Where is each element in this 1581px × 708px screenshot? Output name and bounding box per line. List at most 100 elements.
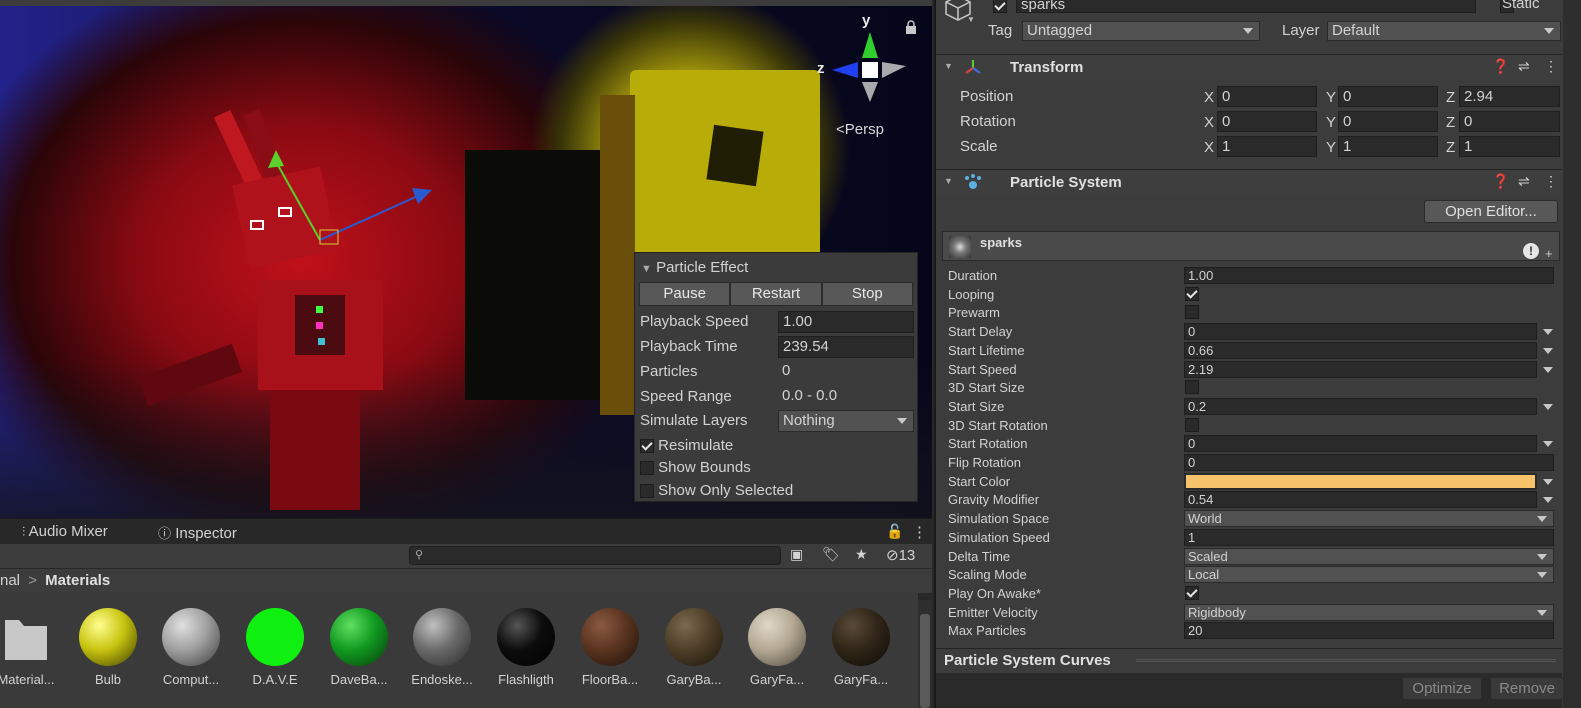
curves-header[interactable]: Particle System Curves [936, 648, 1562, 672]
asset-item[interactable]: Flashligth [486, 608, 566, 687]
asset-item[interactable]: GaryFa... [821, 608, 901, 687]
property-field[interactable]: 0.54 [1184, 491, 1537, 508]
pause-button[interactable]: Pause [639, 282, 731, 306]
property-field[interactable]: 1.00 [1184, 267, 1554, 284]
property-checkbox[interactable] [1185, 586, 1199, 600]
property-label: Delta Time [948, 549, 1011, 564]
asset-item[interactable]: D.A.V.E [235, 608, 315, 687]
property-field[interactable]: 0 [1184, 435, 1537, 452]
remove-button[interactable]: Remove [1490, 677, 1564, 700]
chevron-down-icon[interactable] [1543, 367, 1553, 373]
orientation-gizmo[interactable] [810, 10, 910, 110]
property-field[interactable]: 0.66 [1184, 342, 1537, 359]
property-dropdown[interactable]: World [1184, 510, 1554, 527]
transform-header[interactable]: ▼ Transform ❓ ⇌ ⋮ [936, 54, 1562, 80]
start-color-swatch[interactable] [1184, 473, 1537, 490]
lock-icon[interactable]: 🔓 [886, 523, 903, 540]
restart-button[interactable]: Restart [730, 282, 822, 306]
chevron-down-icon[interactable] [1543, 479, 1553, 485]
particle-system-header[interactable]: ▼ Particle System ❓ ⇌ ⋮ [936, 169, 1562, 195]
inspector-scrollbar[interactable] [1563, 0, 1581, 708]
rotation-x-field[interactable]: 0 [1217, 111, 1317, 132]
property-dropdown[interactable]: Rigidbody [1184, 604, 1554, 621]
property-field[interactable]: 0 [1184, 454, 1554, 471]
projection-toggle[interactable]: <Persp [836, 121, 884, 138]
property-field[interactable]: 0 [1184, 323, 1537, 340]
scale-y-field[interactable]: 1 [1338, 136, 1438, 157]
asset-item[interactable]: Endoske... [402, 608, 482, 687]
optimize-button[interactable]: Optimize [1402, 677, 1482, 700]
tab-inspector[interactable]: ⓘ Inspector [158, 523, 237, 542]
asset-item[interactable]: GaryBa... [654, 608, 734, 687]
layer-dropdown[interactable]: Default [1327, 21, 1561, 41]
hidden-packages-toggle[interactable]: ⊘13 [886, 546, 915, 564]
add-icon[interactable]: + [1545, 246, 1553, 261]
chevron-down-icon[interactable] [1543, 329, 1553, 335]
scale-x-field[interactable]: 1 [1217, 136, 1317, 157]
property-dropdown[interactable]: Local [1184, 566, 1554, 583]
property-field[interactable]: 0.2 [1184, 398, 1537, 415]
property-checkbox[interactable] [1185, 287, 1199, 301]
playback-speed-field[interactable]: 1.00 [778, 311, 914, 333]
tab-audio-mixer[interactable]: ⫶ Audio Mixer [22, 523, 108, 540]
asset-item[interactable]: GaryFa... [737, 608, 817, 687]
scene-view[interactable]: y z <Persp ▼ Particle Effect Pause Resta… [0, 0, 932, 518]
project-search-input[interactable]: ⚲ [409, 546, 781, 565]
chevron-down-icon[interactable] [1543, 441, 1553, 447]
property-checkbox[interactable] [1185, 418, 1199, 432]
playback-time-field[interactable]: 239.54 [778, 336, 914, 358]
asset-item[interactable]: DaveBa... [319, 608, 399, 687]
particle-effect-header[interactable]: ▼ Particle Effect [641, 259, 748, 276]
presets-icon[interactable]: ⇌ [1518, 58, 1530, 75]
open-editor-button[interactable]: Open Editor... [1424, 200, 1558, 223]
more-menu-icon[interactable]: ⋮ [912, 523, 927, 541]
more-menu-icon[interactable]: ⋮ [1544, 173, 1558, 190]
chevron-down-icon[interactable] [1543, 404, 1553, 410]
asset-item[interactable]: FloorBa... [570, 608, 650, 687]
more-menu-icon[interactable]: ⋮ [1544, 58, 1558, 75]
asset-item[interactable]: Comput... [151, 608, 231, 687]
position-z-field[interactable]: 2.94 [1459, 86, 1560, 107]
show-bounds-checkbox[interactable] [640, 461, 654, 476]
property-dropdown[interactable]: Scaled [1184, 548, 1554, 565]
property-label: Start Rotation [948, 436, 1028, 451]
warning-icon[interactable]: ! [1523, 243, 1539, 259]
icon-dropdown-icon[interactable]: ▼ [967, 15, 975, 24]
chevron-down-icon[interactable] [1543, 497, 1553, 503]
rotation-z-field[interactable]: 0 [1459, 111, 1560, 132]
filter-label-icon[interactable]: 🏷 [822, 546, 840, 563]
active-checkbox[interactable] [993, 0, 1007, 13]
property-checkbox[interactable] [1185, 380, 1199, 394]
property-field[interactable]: 20 [1184, 622, 1554, 639]
help-icon[interactable]: ❓ [1492, 173, 1509, 190]
lock-icon[interactable] [905, 20, 917, 34]
move-tool-handles[interactable] [260, 140, 440, 270]
help-icon[interactable]: ❓ [1492, 58, 1509, 75]
stop-button[interactable]: Stop [821, 282, 913, 306]
asset-item[interactable]: Material... [0, 608, 66, 687]
scale-z-field[interactable]: 1 [1459, 136, 1560, 157]
curves-drag-handle[interactable] [1136, 659, 1556, 662]
position-y-field[interactable]: 0 [1338, 86, 1438, 107]
module-header[interactable]: sparks ! + [942, 231, 1560, 261]
position-x-field[interactable]: 0 [1217, 86, 1317, 107]
breadcrumb-current[interactable]: Materials [45, 572, 110, 589]
show-only-selected-checkbox[interactable] [640, 484, 654, 499]
filter-type-icon[interactable]: ▣ [790, 546, 803, 563]
property-checkbox[interactable] [1185, 305, 1199, 319]
axis-x-label: X [1204, 89, 1215, 106]
asset-item[interactable]: Bulb [68, 608, 148, 687]
simulate-layers-dropdown[interactable]: Nothing [778, 410, 914, 432]
chevron-down-icon[interactable] [1543, 348, 1553, 354]
presets-icon[interactable]: ⇌ [1518, 173, 1530, 190]
asset-scrollbar-thumb[interactable] [920, 614, 930, 708]
breadcrumb-parent[interactable]: nal [0, 572, 20, 589]
tag-dropdown[interactable]: Untagged [1022, 21, 1260, 41]
favorites-star-icon[interactable]: ★ [855, 546, 868, 563]
property-field[interactable]: 1 [1184, 529, 1554, 546]
object-name-field[interactable]: sparks [1016, 0, 1476, 13]
property-label: Gravity Modifier [948, 492, 1040, 507]
property-field[interactable]: 2.19 [1184, 361, 1537, 378]
resimulate-checkbox[interactable] [640, 439, 654, 454]
rotation-y-field[interactable]: 0 [1338, 111, 1438, 132]
